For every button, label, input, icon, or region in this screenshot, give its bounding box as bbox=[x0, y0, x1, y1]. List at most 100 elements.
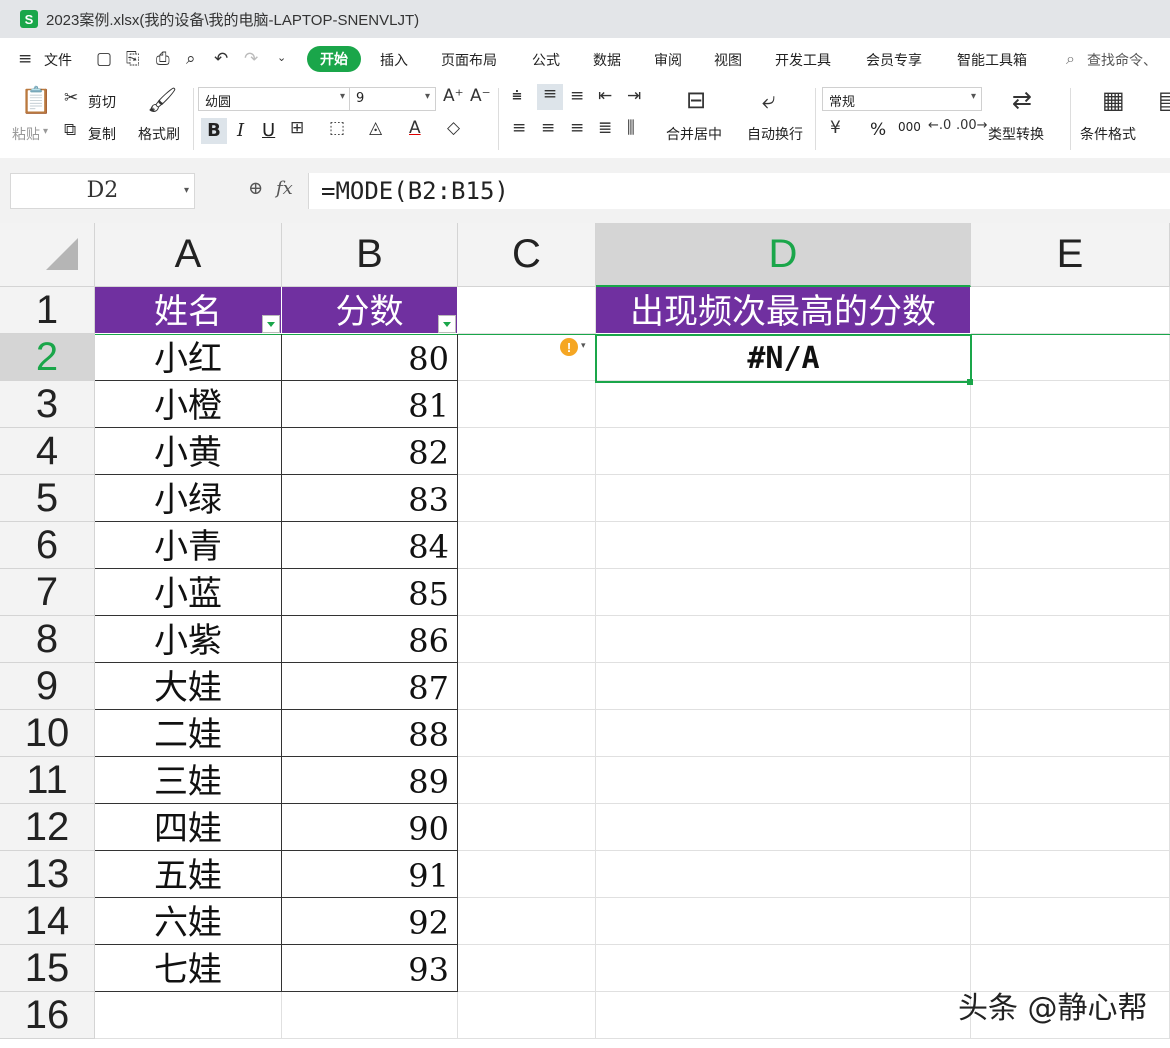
grid-cell[interactable] bbox=[971, 522, 1170, 569]
font-name-select[interactable]: 幼圆 ▾ bbox=[198, 87, 351, 111]
fx-icon[interactable]: fx bbox=[276, 178, 293, 199]
select-all-corner[interactable] bbox=[0, 223, 95, 287]
number-format-select[interactable]: 常规 ▾ bbox=[822, 87, 982, 111]
grid-cell[interactable] bbox=[596, 898, 971, 945]
underline-button[interactable]: U bbox=[262, 120, 275, 141]
row-header-5[interactable]: 5 bbox=[0, 475, 95, 522]
thousands-button[interactable]: 000 bbox=[898, 120, 921, 134]
fill-handle[interactable] bbox=[967, 379, 973, 385]
cut-button[interactable]: 剪切 bbox=[88, 92, 116, 112]
tab-page-layout[interactable]: 页面布局 bbox=[441, 50, 497, 70]
score-cell[interactable]: 93 bbox=[282, 945, 458, 992]
grid-cell[interactable] bbox=[458, 475, 596, 522]
name-cell[interactable]: 小紫 bbox=[95, 616, 282, 663]
score-cell[interactable]: 92 bbox=[282, 898, 458, 945]
grid-cell[interactable] bbox=[596, 475, 971, 522]
row-header-14[interactable]: 14 bbox=[0, 898, 95, 945]
name-cell[interactable]: 七娃 bbox=[95, 945, 282, 992]
grid-cell[interactable] bbox=[458, 381, 596, 428]
save-icon[interactable]: ▢ bbox=[96, 49, 112, 69]
distributed-icon[interactable]: ⫼ bbox=[627, 118, 635, 138]
name-cell[interactable]: 小红 bbox=[95, 334, 282, 381]
name-cell[interactable]: 小蓝 bbox=[95, 569, 282, 616]
search-icon[interactable]: ⌕ bbox=[1066, 49, 1075, 69]
align-left-icon[interactable]: ≡ bbox=[512, 118, 526, 138]
tab-smart-toolbox[interactable]: 智能工具箱 bbox=[957, 50, 1027, 70]
grid-cell[interactable] bbox=[971, 569, 1170, 616]
copy-button[interactable]: 复制 bbox=[88, 124, 116, 144]
row-header-4[interactable]: 4 bbox=[0, 428, 95, 475]
wrap-text-icon[interactable]: ⤶ bbox=[762, 86, 775, 114]
grid-cell[interactable] bbox=[971, 710, 1170, 757]
name-cell[interactable]: 二娃 bbox=[95, 710, 282, 757]
align-center-icon[interactable]: ≡ bbox=[541, 118, 555, 138]
chevron-down-icon[interactable]: ▾ bbox=[581, 341, 586, 351]
font-color-icon[interactable]: A bbox=[409, 118, 421, 138]
grid-cell[interactable] bbox=[971, 898, 1170, 945]
grid-cell[interactable] bbox=[95, 992, 282, 1039]
grid-cell[interactable] bbox=[596, 851, 971, 898]
grid-cell[interactable] bbox=[596, 757, 971, 804]
column-header-b[interactable]: B bbox=[282, 223, 458, 287]
row-header-2[interactable]: 2 bbox=[0, 334, 95, 381]
name-box[interactable]: D2 ▾ bbox=[10, 173, 195, 209]
row-header-10[interactable]: 10 bbox=[0, 710, 95, 757]
grid-cell[interactable] bbox=[971, 804, 1170, 851]
score-cell[interactable]: 84 bbox=[282, 522, 458, 569]
bold-button[interactable]: B bbox=[201, 118, 227, 144]
paste-dropdown-icon[interactable]: ▾ bbox=[43, 126, 48, 137]
grid-cell[interactable] bbox=[596, 381, 971, 428]
row-header-6[interactable]: 6 bbox=[0, 522, 95, 569]
format-painter-icon[interactable]: 🖌 bbox=[147, 86, 177, 114]
eraser-icon[interactable]: ◇ bbox=[447, 118, 460, 138]
name-cell[interactable]: 小黄 bbox=[95, 428, 282, 475]
print-preview-icon[interactable]: ⌕ bbox=[186, 49, 196, 69]
grid-cell[interactable] bbox=[596, 569, 971, 616]
tab-insert[interactable]: 插入 bbox=[380, 50, 408, 70]
menu-file[interactable]: 文件 bbox=[44, 50, 72, 70]
convert-type-button[interactable]: 类型转换 bbox=[988, 124, 1044, 144]
row-header-13[interactable]: 13 bbox=[0, 851, 95, 898]
score-cell[interactable]: 90 bbox=[282, 804, 458, 851]
score-cell[interactable]: 83 bbox=[282, 475, 458, 522]
align-bottom-icon[interactable]: ≡ bbox=[570, 86, 584, 106]
score-cell[interactable]: 91 bbox=[282, 851, 458, 898]
score-cell[interactable]: 85 bbox=[282, 569, 458, 616]
indent-increase-icon[interactable]: ⇥ bbox=[627, 86, 641, 106]
grid-cell[interactable] bbox=[458, 992, 596, 1039]
paste-button[interactable]: 粘贴 bbox=[12, 124, 40, 144]
grid-cell[interactable] bbox=[971, 663, 1170, 710]
tab-developer[interactable]: 开发工具 bbox=[775, 50, 831, 70]
grid-cell[interactable] bbox=[971, 851, 1170, 898]
tab-review[interactable]: 审阅 bbox=[654, 50, 682, 70]
search-commands[interactable]: 查找命令、 bbox=[1087, 50, 1157, 70]
decrease-decimal-icon[interactable]: .00→ bbox=[956, 118, 988, 133]
align-right-icon[interactable]: ≡ bbox=[570, 118, 584, 138]
format-painter-button[interactable]: 格式刷 bbox=[138, 124, 180, 144]
name-cell[interactable]: 四娃 bbox=[95, 804, 282, 851]
row-header-11[interactable]: 11 bbox=[0, 757, 95, 804]
grid-cell[interactable] bbox=[458, 287, 596, 334]
grid-cell[interactable] bbox=[971, 616, 1170, 663]
name-cell[interactable]: 小青 bbox=[95, 522, 282, 569]
header-cell-score[interactable]: 分数 bbox=[282, 287, 458, 334]
align-top-icon[interactable]: ⩧ bbox=[512, 86, 522, 106]
row-header-8[interactable]: 8 bbox=[0, 616, 95, 663]
header-cell-mode[interactable]: 出现频次最高的分数 bbox=[596, 287, 971, 334]
grid-cell[interactable] bbox=[282, 992, 458, 1039]
zoom-formula-icon[interactable]: ⊕ bbox=[248, 178, 263, 199]
conditional-format-icon[interactable]: ▦ bbox=[1102, 86, 1125, 114]
row-header-12[interactable]: 12 bbox=[0, 804, 95, 851]
column-header-c[interactable]: C bbox=[458, 223, 596, 287]
score-cell[interactable]: 89 bbox=[282, 757, 458, 804]
grid-cell[interactable] bbox=[596, 616, 971, 663]
tab-member[interactable]: 会员专享 bbox=[866, 50, 922, 70]
name-cell[interactable]: 六娃 bbox=[95, 898, 282, 945]
row-header-9[interactable]: 9 bbox=[0, 663, 95, 710]
name-cell[interactable]: 大娃 bbox=[95, 663, 282, 710]
quick-access-dropdown-icon[interactable]: ⌄ bbox=[277, 51, 286, 64]
name-cell[interactable]: 五娃 bbox=[95, 851, 282, 898]
row-header-3[interactable]: 3 bbox=[0, 381, 95, 428]
header-cell-name[interactable]: 姓名 bbox=[95, 287, 282, 334]
print-icon[interactable]: ⎙ bbox=[156, 49, 170, 69]
